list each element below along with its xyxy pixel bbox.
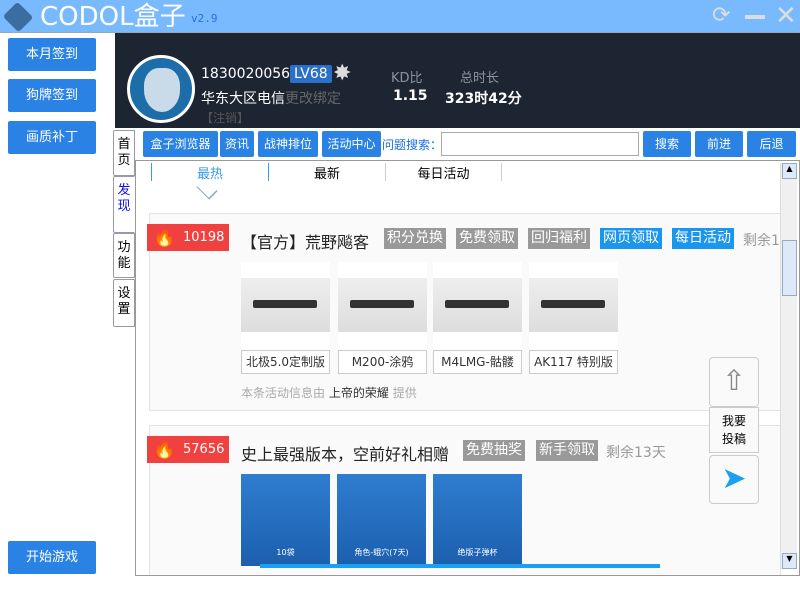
monthly-checkin-button[interactable]: 本月签到 bbox=[8, 38, 96, 71]
tag[interactable]: 免费抽奖 bbox=[463, 440, 525, 461]
user-region: 华东大区电信 bbox=[201, 91, 285, 107]
search-label: 问题搜索： bbox=[382, 138, 443, 152]
submit-label: 投稿 bbox=[721, 432, 746, 446]
vertical-scrollbar[interactable]: ▲ ▼ bbox=[780, 163, 797, 569]
provider-suffix: 提供 bbox=[392, 386, 417, 400]
reward-item[interactable]: 角色-蛾穴(7天) bbox=[337, 474, 426, 566]
tab-discover[interactable]: 发现 bbox=[113, 176, 135, 233]
hot-badge: 🔥 10198 bbox=[147, 224, 229, 251]
reward-item[interactable]: 10袋 bbox=[241, 474, 330, 566]
send-button[interactable]: ➤ bbox=[709, 455, 759, 504]
item-label: AK117 特别版 bbox=[529, 350, 618, 374]
item-label: 角色-蛾穴(7天) bbox=[354, 548, 409, 557]
avatar bbox=[127, 55, 195, 123]
paper-plane-icon: ➤ bbox=[721, 461, 747, 496]
activity-card[interactable]: 🔥 10198 【官方】荒野飚客 积分兑换 免费领取 回归福利 网页领取 每日活动… bbox=[147, 213, 781, 411]
subtab-new[interactable]: 最新 bbox=[268, 163, 385, 182]
news-button[interactable]: 资讯 bbox=[220, 131, 254, 157]
item-label: M200-涂鸦 bbox=[338, 350, 427, 374]
search-button[interactable]: 搜索 bbox=[643, 131, 691, 157]
box-browser-button[interactable]: 盒子浏览器 bbox=[143, 131, 218, 157]
remaining-days: 剩余13天 bbox=[606, 445, 666, 461]
ranking-button[interactable]: 战神排位 bbox=[258, 131, 318, 157]
subtab-hot[interactable]: 最热 bbox=[151, 163, 268, 182]
minimize-icon[interactable] bbox=[745, 15, 765, 19]
content-frame: 最热 最新 每日活动 🔥 10198 【官方】荒野飚客 积分兑换 免费领取 回归福… bbox=[135, 160, 800, 576]
scroll-up-icon[interactable]: ▲ bbox=[782, 163, 797, 179]
fire-icon: 🔥 bbox=[153, 227, 176, 248]
app-logo-icon bbox=[2, 1, 34, 33]
upload-arrow-icon: ⇧ bbox=[722, 364, 746, 397]
user-id: 1830020056 bbox=[201, 66, 291, 82]
hot-count: 10198 bbox=[183, 230, 225, 245]
app-version: v2.9 bbox=[191, 12, 218, 25]
tag[interactable]: 积分兑换 bbox=[384, 228, 446, 249]
reward-item[interactable]: 绝版子弹杯 bbox=[433, 474, 522, 566]
reward-item[interactable]: 北极5.0定制版 bbox=[241, 262, 330, 374]
kd-label: KD比 bbox=[391, 71, 423, 86]
app-title: CODOL盒子 bbox=[40, 2, 186, 32]
item-label: M4LMG-骷髅 bbox=[433, 350, 522, 374]
tag[interactable]: 回归福利 bbox=[528, 228, 590, 249]
close-icon[interactable]: ✕ bbox=[775, 3, 797, 29]
reward-item[interactable]: M4LMG-骷髅 bbox=[433, 262, 522, 374]
title-bar: CODOL盒子 v2.9 ⟳ ✕ bbox=[0, 0, 800, 33]
horizontal-scroll-indicator[interactable] bbox=[260, 564, 660, 568]
tag[interactable]: 新手领取 bbox=[536, 440, 598, 461]
hot-count: 57656 bbox=[183, 442, 225, 457]
hot-badge: 🔥 57656 bbox=[147, 436, 229, 463]
submit-post-button[interactable]: 我要 投稿 bbox=[709, 407, 759, 453]
tab-features[interactable]: 功能 bbox=[113, 233, 135, 278]
reward-item[interactable]: AK117 特别版 bbox=[529, 262, 618, 374]
subtab-daily[interactable]: 每日活动 bbox=[385, 163, 502, 182]
provider-text: 本条活动信息由 上帝的荣耀 提供 bbox=[241, 384, 417, 401]
logout-link[interactable]: 【注销】 bbox=[201, 109, 249, 126]
dogtag-checkin-button[interactable]: 狗牌签到 bbox=[8, 79, 96, 112]
tag[interactable]: 每日活动 bbox=[672, 228, 734, 249]
provider-prefix: 本条活动信息由 bbox=[241, 386, 326, 400]
level-badge: LV68 bbox=[290, 65, 332, 83]
kd-value: 1.15 bbox=[393, 88, 428, 104]
card-title[interactable]: 史上最强版本，空前好礼相赠 bbox=[241, 441, 449, 465]
reward-item[interactable]: M200-涂鸦 bbox=[338, 262, 427, 374]
remaining-days: 剩余1 bbox=[743, 233, 780, 249]
scroll-top-button[interactable]: ⇧ bbox=[709, 357, 759, 407]
user-header: 1830020056 LV68 ✸ 华东大区电信 更改绑定 【注销】 KD比 1… bbox=[115, 33, 800, 128]
card-title[interactable]: 【官方】荒野飚客 bbox=[241, 229, 369, 253]
item-label: 绝版子弹杯 bbox=[457, 548, 498, 557]
rebind-link[interactable]: 更改绑定 bbox=[285, 88, 341, 108]
graphics-patch-button[interactable]: 画质补丁 bbox=[8, 121, 96, 154]
forward-button[interactable]: 前进 bbox=[695, 131, 743, 157]
provider-name[interactable]: 上帝的荣耀 bbox=[329, 386, 389, 400]
fire-icon: 🔥 bbox=[153, 439, 176, 460]
rank-star-icon: ✸ bbox=[333, 61, 352, 86]
search-input[interactable] bbox=[441, 132, 639, 156]
refresh-icon[interactable]: ⟳ bbox=[712, 3, 730, 29]
tag[interactable]: 免费领取 bbox=[456, 228, 518, 249]
activity-card[interactable]: 🔥 57656 史上最强版本，空前好礼相赠 免费抽奖 新手领取 剩余13天 10袋… bbox=[147, 425, 781, 575]
tab-home[interactable]: 首页 bbox=[113, 130, 135, 176]
tag[interactable]: 网页领取 bbox=[600, 228, 662, 249]
scrollbar-thumb[interactable] bbox=[782, 240, 797, 296]
item-label: 北极5.0定制版 bbox=[241, 350, 330, 374]
start-game-button[interactable]: 开始游戏 bbox=[8, 541, 96, 574]
activity-center-button[interactable]: 活动中心 bbox=[322, 131, 381, 157]
item-label: 10袋 bbox=[276, 548, 295, 557]
time-value: 323时42分 bbox=[445, 91, 522, 107]
scroll-down-icon[interactable]: ▼ bbox=[782, 553, 797, 569]
time-label: 总时长 bbox=[460, 71, 500, 86]
submit-label: 我要 bbox=[721, 414, 746, 428]
tab-settings[interactable]: 设置 bbox=[113, 279, 135, 327]
back-button[interactable]: 后退 bbox=[747, 131, 796, 157]
